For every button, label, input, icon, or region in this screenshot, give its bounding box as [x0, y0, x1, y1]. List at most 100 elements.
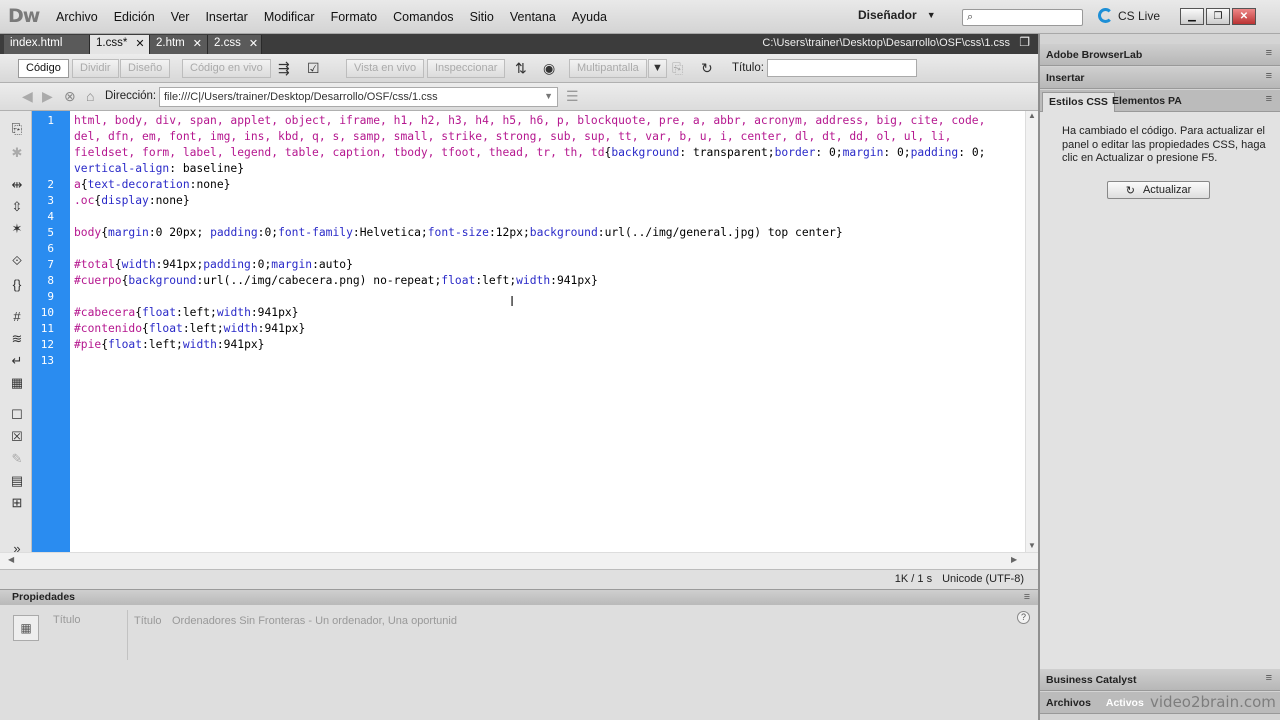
select-parent-tag-icon[interactable]: ⟐ [8, 253, 26, 269]
code-line[interactable]: body{margin:0 20px; padding:0;font-famil… [74, 226, 843, 239]
horizontal-scrollbar[interactable]: ◀ ▶ [0, 552, 1038, 569]
code-line[interactable]: fieldset, form, label, legend, table, ca… [74, 146, 985, 159]
menu-ayuda[interactable]: Ayuda [564, 10, 615, 24]
maximize-button[interactable]: ❐ [1206, 8, 1230, 25]
validate-icon[interactable]: ☑ [307, 60, 320, 77]
code-line[interactable]: del, dfn, em, font, img, ins, kbd, q, s,… [74, 130, 951, 143]
browser-compat-icon[interactable]: ⇶ [278, 60, 290, 77]
inspect-button[interactable]: Inspeccionar [427, 59, 506, 78]
highlight-invalid-code-icon[interactable]: ≋ [8, 331, 26, 347]
menu-ver[interactable]: Ver [163, 10, 198, 24]
tab-assets[interactable]: Activos [1106, 697, 1144, 709]
panel-menu-icon[interactable]: ≡ [1266, 93, 1272, 105]
balance-braces-icon[interactable]: {} [8, 277, 26, 292]
menu-comandos[interactable]: Comandos [385, 10, 461, 24]
forward-icon[interactable]: ▶ [42, 88, 53, 105]
workspace-switcher[interactable]: Diseñador ▼ [858, 8, 936, 22]
live-code-button[interactable]: Código en vivo [182, 59, 271, 78]
back-icon[interactable]: ◀ [22, 88, 33, 105]
close-icon[interactable]: ✕ [135, 37, 144, 52]
refresh-icon[interactable]: ↻ [701, 60, 713, 77]
collapse-selection-icon[interactable]: ⇳ [8, 199, 26, 215]
move-css-icon[interactable]: ⊞ [8, 495, 26, 511]
properties-title-value[interactable]: Ordenadores Sin Fronteras - Un ordenador… [172, 615, 457, 627]
remove-comment-icon[interactable]: ☒ [8, 429, 26, 445]
code-line[interactable]: html, body, div, span, applet, object, i… [74, 114, 985, 127]
scroll-down-icon[interactable]: ▼ [1028, 541, 1036, 550]
tab-2-css[interactable]: 2.css ✕ [208, 35, 262, 54]
recent-snippets-icon[interactable]: ▤ [8, 473, 26, 489]
scroll-left-icon[interactable]: ◀ [8, 555, 14, 564]
code-line[interactable]: #pie{float:left;width:941px} [74, 338, 264, 351]
stop-icon[interactable]: ⊗ [64, 88, 76, 105]
live-view-button[interactable]: Vista en vivo [346, 59, 425, 78]
show-code-navigator-icon[interactable]: ✱ [8, 145, 26, 161]
visual-aids-icon[interactable]: ⎘ [672, 60, 683, 77]
menu-edicion[interactable]: Edición [106, 10, 163, 24]
wrap-tag-icon[interactable]: ✎ [8, 451, 26, 467]
menu-archivo[interactable]: Archivo [48, 10, 106, 24]
apply-comment-icon[interactable]: ☐ [8, 407, 26, 423]
collapse-tag-icon[interactable]: ⇹ [8, 177, 26, 193]
browserlab-panel-header[interactable]: Adobe BrowserLab ≡ [1040, 44, 1280, 66]
vertical-scrollbar[interactable]: ▲ ▼ [1025, 111, 1038, 552]
design-view-button[interactable]: Diseño [120, 59, 171, 78]
tab-css-styles[interactable]: Estilos CSS [1042, 92, 1115, 112]
code-line[interactable]: #cabecera{float:left;width:941px} [74, 306, 298, 319]
minimize-button[interactable]: ▁ [1180, 8, 1204, 25]
code-line[interactable]: a{text-decoration:none} [74, 178, 230, 191]
update-button[interactable]: ↻ Actualizar [1107, 181, 1210, 199]
menu-modificar[interactable]: Modificar [256, 10, 323, 24]
menu-ventana[interactable]: Ventana [502, 10, 564, 24]
code-view-button[interactable]: Código [18, 59, 69, 78]
insert-panel-header[interactable]: Insertar ≡ [1040, 67, 1280, 89]
tab-ap-elements[interactable]: Elementos PA [1106, 92, 1188, 112]
close-icon[interactable]: ✕ [249, 37, 258, 52]
code-line[interactable]: vertical-align: baseline} [74, 162, 244, 175]
multiscreen-button[interactable]: Multipantalla [569, 59, 647, 78]
tab-1-css[interactable]: 1.css* ✕ [90, 35, 150, 54]
cs-live-button[interactable]: CS Live [1098, 8, 1160, 23]
scroll-right-icon[interactable]: ▶ [1011, 555, 1017, 564]
business-catalyst-panel-header[interactable]: Business Catalyst ≡ [1040, 669, 1280, 691]
menu-formato[interactable]: Formato [323, 10, 386, 24]
close-button[interactable]: ✕ [1232, 8, 1256, 25]
restore-document-icon[interactable]: ❐ [1019, 35, 1030, 49]
title-input[interactable] [767, 59, 917, 77]
css-selector: #cuerpo [74, 274, 122, 287]
multiscreen-dropdown[interactable]: ▼ [648, 59, 667, 78]
tab-index-html[interactable]: index.html [4, 35, 90, 54]
css-value: :left; [182, 322, 224, 335]
open-documents-icon[interactable]: ⎘ [8, 121, 26, 137]
expand-all-icon[interactable]: ✶ [8, 221, 26, 237]
code-editor[interactable]: html, body, div, span, applet, object, i… [70, 111, 1025, 552]
line-numbers-icon[interactable]: # [8, 309, 26, 324]
code-line[interactable]: #contenido{float:left;width:941px} [74, 322, 305, 335]
code-line[interactable]: .oc{display:none} [74, 194, 190, 207]
line-number: 5 [47, 226, 54, 239]
search-input[interactable]: ⌕ [962, 9, 1083, 26]
syntax-coloring-icon[interactable]: ▦ [8, 375, 26, 391]
panel-menu-icon[interactable]: ≡ [1266, 672, 1272, 684]
chevron-down-icon[interactable]: ▼ [544, 91, 553, 101]
tab-files[interactable]: Archivos [1046, 697, 1091, 709]
scroll-up-icon[interactable]: ▲ [1028, 111, 1036, 120]
preview-browser-icon[interactable]: ◉ [543, 60, 555, 77]
panel-menu-icon[interactable]: ≡ [1266, 70, 1272, 82]
help-icon[interactable]: ? [1017, 611, 1030, 624]
tab-2-htm[interactable]: 2.htm ✕ [150, 35, 208, 54]
panel-menu-icon[interactable]: ≡ [1266, 47, 1272, 59]
close-icon[interactable]: ✕ [193, 37, 202, 52]
split-view-button[interactable]: Dividir [72, 59, 119, 78]
home-icon[interactable]: ⌂ [86, 88, 94, 104]
panel-menu-icon[interactable]: ≡ [1024, 591, 1030, 603]
menu-sitio[interactable]: Sitio [462, 10, 502, 24]
code-line[interactable]: #total{width:941px;padding:0;margin:auto… [74, 258, 353, 271]
options-icon[interactable]: ☰ [566, 88, 579, 105]
word-wrap-icon[interactable]: ↵ [8, 353, 26, 369]
properties-panel-header[interactable]: Propiedades ≡ [0, 589, 1038, 605]
file-management-icon[interactable]: ⇅ [515, 60, 527, 77]
menu-insertar[interactable]: Insertar [197, 10, 255, 24]
address-input[interactable]: file:///C|/Users/trainer/Desktop/Desarro… [159, 87, 558, 107]
code-line[interactable]: #cuerpo{background:url(../img/cabecera.p… [74, 274, 598, 287]
